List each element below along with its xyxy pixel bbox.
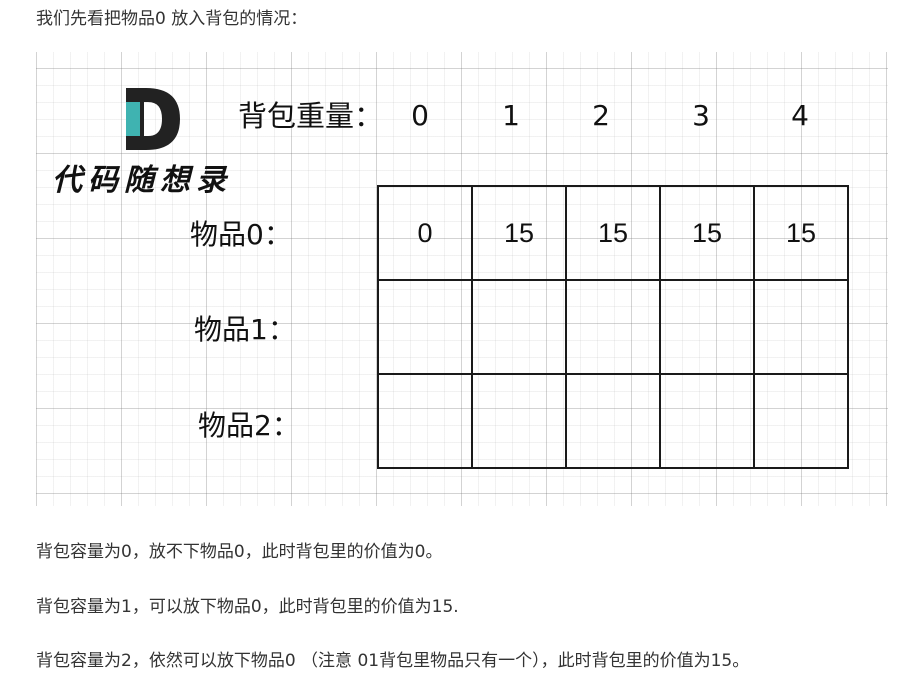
dp-cell	[659, 373, 755, 469]
dp-cell: 15	[659, 185, 755, 281]
table-row	[377, 279, 849, 375]
dp-cell	[565, 279, 661, 375]
knapsack-figure: 代码随想录 背包重量： 0 1 2 3 4 物品0： 物品1： 物品2： 0 1…	[36, 52, 888, 506]
paragraph-1: 背包容量为0，放不下物品0，此时背包里的价值为0。	[36, 542, 443, 562]
capacity-1: 1	[502, 99, 520, 132]
dp-cell	[565, 373, 661, 469]
brand-logo-text: 代码随想录	[52, 163, 232, 198]
item-label-1: 物品1：	[194, 313, 296, 346]
dp-cell: 0	[377, 185, 473, 281]
dp-cell: 15	[471, 185, 567, 281]
item-label-2: 物品2：	[198, 409, 300, 442]
dp-cell	[659, 279, 755, 375]
capacity-4: 4	[791, 99, 809, 132]
capacity-0: 0	[411, 99, 429, 132]
dp-cell	[377, 373, 473, 469]
capacity-2: 2	[592, 99, 610, 132]
capacity-label: 背包重量：	[238, 99, 384, 133]
paragraph-2: 背包容量为1，可以放下物品0，此时背包里的价值为15.	[36, 597, 459, 617]
letter-d-logo-icon	[126, 88, 180, 150]
dp-table: 0 15 15 15 15	[377, 185, 849, 469]
paragraph-3: 背包容量为2，依然可以放下物品0 （注意 01背包里物品只有一个），此时背包里的…	[36, 651, 750, 671]
capacity-3: 3	[692, 99, 710, 132]
dp-cell: 15	[565, 185, 661, 281]
intro-text: 我们先看把物品0 放入背包的情况：	[36, 9, 308, 29]
dp-cell	[471, 279, 567, 375]
dp-cell	[471, 373, 567, 469]
item-label-0: 物品0：	[190, 218, 292, 251]
dp-cell	[753, 279, 849, 375]
dp-cell	[753, 373, 849, 469]
table-row	[377, 373, 849, 469]
table-row: 0 15 15 15 15	[377, 185, 849, 281]
dp-cell: 15	[753, 185, 849, 281]
dp-cell	[377, 279, 473, 375]
